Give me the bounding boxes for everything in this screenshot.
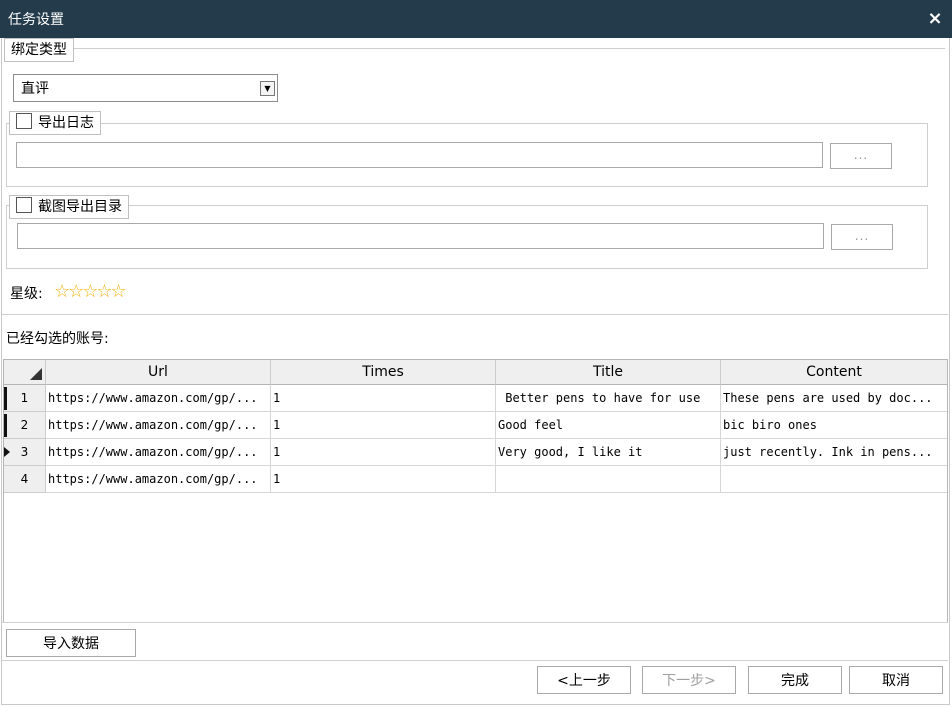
cell-url[interactable]: https://www.amazon.com/gp/... xyxy=(46,385,271,412)
cell-url[interactable]: https://www.amazon.com/gp/... xyxy=(46,466,271,493)
row-header[interactable]: 4 xyxy=(4,466,46,493)
row-marker xyxy=(4,414,7,437)
cell-content[interactable] xyxy=(721,466,947,493)
select-all-icon[interactable] xyxy=(30,368,42,380)
cell-times[interactable]: 1 xyxy=(271,439,496,466)
cancel-button[interactable]: 取消 xyxy=(849,666,943,694)
screenshot-dir-browse-button[interactable]: ... xyxy=(831,224,893,250)
divider xyxy=(2,314,948,315)
row-header[interactable]: 1 xyxy=(4,385,46,412)
bind-type-legend: 绑定类型 xyxy=(4,38,74,62)
export-log-label: 导出日志 xyxy=(38,115,94,131)
column-header-times[interactable]: Times xyxy=(271,360,496,385)
export-log-path-input[interactable] xyxy=(16,142,823,168)
table-row[interactable]: 1 https://www.amazon.com/gp/... 1 Better… xyxy=(4,385,947,412)
bind-type-value: 直评 xyxy=(21,81,49,97)
export-log-checkbox[interactable]: 导出日志 xyxy=(9,111,101,135)
cell-times[interactable]: 1 xyxy=(271,385,496,412)
grid-corner[interactable] xyxy=(4,360,46,385)
accounts-grid[interactable]: Url Times Title Content 1 https://www.am… xyxy=(3,359,948,623)
cell-times[interactable]: 1 xyxy=(271,466,496,493)
export-log-checkbox-icon[interactable] xyxy=(16,113,32,129)
bind-type-select[interactable]: 直评 ▼ xyxy=(13,74,278,102)
export-log-browse-button[interactable]: ... xyxy=(830,143,892,169)
prev-step-button[interactable]: <上一步 xyxy=(537,666,631,694)
star-rating-icon[interactable]: ☆☆☆☆☆ xyxy=(54,281,127,302)
finish-button[interactable]: 完成 xyxy=(748,666,842,694)
screenshot-dir-checkbox[interactable]: 截图导出目录 xyxy=(9,195,129,219)
cell-url[interactable]: https://www.amazon.com/gp/... xyxy=(46,439,271,466)
table-row[interactable]: 2 https://www.amazon.com/gp/... 1 Good f… xyxy=(4,412,947,439)
column-header-url[interactable]: Url xyxy=(46,360,271,385)
next-step-button[interactable]: 下一步> xyxy=(642,666,736,694)
row-marker xyxy=(4,387,7,410)
screenshot-dir-path-input[interactable] xyxy=(17,223,824,249)
accounts-label: 已经勾选的账号: xyxy=(6,331,109,347)
cell-title[interactable]: Better pens to have for use xyxy=(496,385,721,412)
divider xyxy=(2,622,948,623)
column-header-title[interactable]: Title xyxy=(496,360,721,385)
screenshot-dir-checkbox-icon[interactable] xyxy=(16,197,32,213)
screenshot-dir-label: 截图导出目录 xyxy=(38,199,122,215)
cell-title[interactable]: Good feel xyxy=(496,412,721,439)
cell-content[interactable]: just recently. Ink in pens... xyxy=(721,439,947,466)
import-data-button[interactable]: 导入数据 xyxy=(6,629,136,657)
cell-url[interactable]: https://www.amazon.com/gp/... xyxy=(46,412,271,439)
table-row[interactable]: 4 https://www.amazon.com/gp/... 1 xyxy=(4,466,947,493)
chevron-down-icon[interactable]: ▼ xyxy=(260,81,275,96)
row-header[interactable]: 3 xyxy=(4,439,46,466)
row-header[interactable]: 2 xyxy=(4,412,46,439)
window-title: 任务设置 xyxy=(8,12,64,28)
current-row-icon xyxy=(4,447,10,457)
cell-times[interactable]: 1 xyxy=(271,412,496,439)
title-bar: 任务设置 × xyxy=(0,0,952,38)
rating-label: 星级: xyxy=(10,286,43,302)
cell-content[interactable]: These pens are used by doc... xyxy=(721,385,947,412)
cell-title[interactable]: Very good, I like it xyxy=(496,439,721,466)
cell-content[interactable]: bic biro ones xyxy=(721,412,947,439)
close-icon[interactable]: × xyxy=(926,9,944,29)
table-row[interactable]: 3 https://www.amazon.com/gp/... 1 Very g… xyxy=(4,439,947,466)
column-header-content[interactable]: Content xyxy=(721,360,947,385)
divider xyxy=(2,660,948,661)
cell-title[interactable] xyxy=(496,466,721,493)
